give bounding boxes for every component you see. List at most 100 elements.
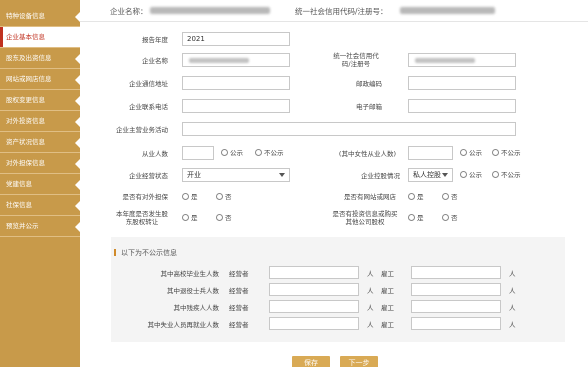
holding-public-radio[interactable]	[460, 171, 467, 178]
mailing-address-label: 企业通信地址	[129, 80, 168, 88]
np-row-label: 其中残疾人人数	[173, 304, 220, 312]
operating-status-select[interactable]: 开业	[182, 168, 290, 182]
chevron-left-icon	[75, 138, 80, 148]
investment-label: 是否有投资信息或购买其他公司股权	[332, 210, 398, 226]
sidebar-item-label: 对外投资信息	[6, 117, 45, 125]
sidebar-item-label: 社保信息	[6, 201, 32, 209]
np-employee-label: 雇工	[381, 304, 394, 312]
invest-yes-radio[interactable]	[408, 214, 415, 221]
sidebar-item-guarantee[interactable]: 对外担保信息	[0, 153, 80, 174]
sidebar-item-special-equipment[interactable]: 特种设备信息	[0, 6, 80, 27]
website-no-label: 否	[451, 193, 458, 201]
np-unit: 人	[367, 304, 374, 312]
operating-status-label: 企业经营状态	[129, 172, 168, 180]
equity-no-radio[interactable]	[216, 214, 223, 221]
holding-public-label: 公示	[469, 171, 482, 179]
guarantee-yes-radio[interactable]	[182, 193, 189, 200]
mailing-address-input[interactable]	[182, 76, 290, 90]
save-button[interactable]: 保存	[292, 356, 330, 367]
sidebar-item-label: 网站或网店信息	[6, 75, 52, 83]
sidebar-item-social-security[interactable]: 社保信息	[0, 195, 80, 216]
email-input[interactable]	[408, 99, 516, 113]
guarantee-yes-label: 是	[191, 193, 198, 201]
contact-phone-label: 企业联系电话	[129, 103, 168, 111]
sidebar-item-website[interactable]: 网站或网店信息	[0, 69, 80, 90]
header-credit-code-label: 统一社会信用代码/注册号：	[295, 7, 388, 16]
invest-no-radio[interactable]	[442, 214, 449, 221]
holding-select[interactable]: 私人控股	[408, 168, 453, 182]
header-company-name-label: 企业名称：	[110, 7, 148, 16]
sidebar-item-shareholders[interactable]: 股东及出资信息	[0, 48, 80, 69]
np-disabled-employee-input[interactable]	[411, 300, 501, 313]
np-operator-label: 经营者	[229, 304, 249, 312]
company-name-input[interactable]	[182, 53, 290, 67]
chevron-left-icon	[75, 159, 80, 169]
report-year-label: 报告年度	[142, 36, 168, 44]
sidebar-item-basic-info[interactable]: 企业基本信息	[0, 27, 80, 48]
sidebar-item-equity-change[interactable]: 股权变更信息	[0, 90, 80, 111]
np-operator-label: 经营者	[229, 321, 249, 329]
np-veterans-operator-input[interactable]	[269, 283, 359, 296]
np-graduates-operator-input[interactable]	[269, 266, 359, 279]
chevron-left-icon	[75, 54, 80, 64]
np-employee-label: 雇工	[381, 321, 394, 329]
sidebar-item-label: 特种设备信息	[6, 12, 45, 20]
chevron-down-icon	[279, 173, 285, 177]
sidebar-item-assets[interactable]: 资产状况信息	[0, 132, 80, 153]
credit-code-input[interactable]	[408, 53, 516, 67]
sidebar-item-label: 股权变更信息	[6, 96, 45, 104]
holding-not-public-radio[interactable]	[492, 171, 499, 178]
np-unit: 人	[509, 304, 516, 312]
holding-value: 私人控股	[413, 171, 441, 179]
np-graduates-employee-input[interactable]	[411, 266, 501, 279]
sidebar-item-label: 股东及出资信息	[6, 54, 52, 62]
operating-status-value: 开业	[187, 171, 201, 179]
np-row-label: 其中高校毕业生人数	[160, 270, 220, 278]
chevron-left-icon	[75, 222, 80, 232]
equity-yes-radio[interactable]	[182, 214, 189, 221]
website-yes-label: 是	[417, 193, 424, 201]
sidebar-item-label: 资产状况信息	[6, 138, 45, 146]
contact-phone-input[interactable]	[182, 99, 290, 113]
sidebar-item-label: 党建信息	[6, 180, 32, 188]
guarantee-no-radio[interactable]	[216, 193, 223, 200]
next-button[interactable]: 下一步	[340, 356, 378, 367]
employees-input[interactable]	[182, 146, 214, 160]
credit-code-label: 统一社会信用代码/注册号	[333, 52, 379, 68]
sidebar-item-preview[interactable]: 预览并公示	[0, 216, 80, 237]
employees-public-label: 公示	[230, 149, 243, 157]
np-disabled-operator-input[interactable]	[269, 300, 359, 313]
female-employees-input[interactable]	[408, 146, 453, 160]
np-unit: 人	[509, 270, 516, 278]
chevron-left-icon	[75, 75, 80, 85]
np-unit: 人	[367, 287, 374, 295]
page-header: 企业名称： 统一社会信用代码/注册号：	[80, 0, 588, 22]
np-unit: 人	[509, 321, 516, 329]
main-business-input[interactable]	[182, 122, 516, 136]
employees-public-radio[interactable]	[221, 149, 228, 156]
equity-no-label: 否	[225, 214, 232, 222]
female-not-public-label: 不公示	[501, 149, 521, 157]
np-veterans-employee-input[interactable]	[411, 283, 501, 296]
main-business-label: 企业主营业务活动	[116, 126, 168, 134]
employees-not-public-radio[interactable]	[255, 149, 262, 156]
np-unit: 人	[367, 270, 374, 278]
report-year-input[interactable]	[182, 32, 290, 46]
sidebar: 特种设备信息 企业基本信息 股东及出资信息 网站或网店信息 股权变更信息 对外投…	[0, 0, 80, 367]
female-public-radio[interactable]	[460, 149, 467, 156]
sidebar-item-investment[interactable]: 对外投资信息	[0, 111, 80, 132]
np-operator-label: 经营者	[229, 270, 249, 278]
sidebar-item-party[interactable]: 党建信息	[0, 174, 80, 195]
website-no-radio[interactable]	[442, 193, 449, 200]
chevron-left-icon	[75, 180, 80, 190]
postal-code-input[interactable]	[408, 76, 516, 90]
sidebar-item-label: 预览并公示	[6, 222, 39, 230]
website-label: 是否有网站或网店	[344, 193, 396, 201]
website-yes-radio[interactable]	[408, 193, 415, 200]
female-not-public-radio[interactable]	[492, 149, 499, 156]
postal-code-label: 邮政编码	[356, 80, 382, 88]
np-reemployed-employee-input[interactable]	[411, 317, 501, 330]
non-public-title: 以下为不公示信息	[121, 249, 177, 257]
equity-transfer-label: 本年度是否发生股东股权转让	[116, 210, 168, 226]
np-reemployed-operator-input[interactable]	[269, 317, 359, 330]
